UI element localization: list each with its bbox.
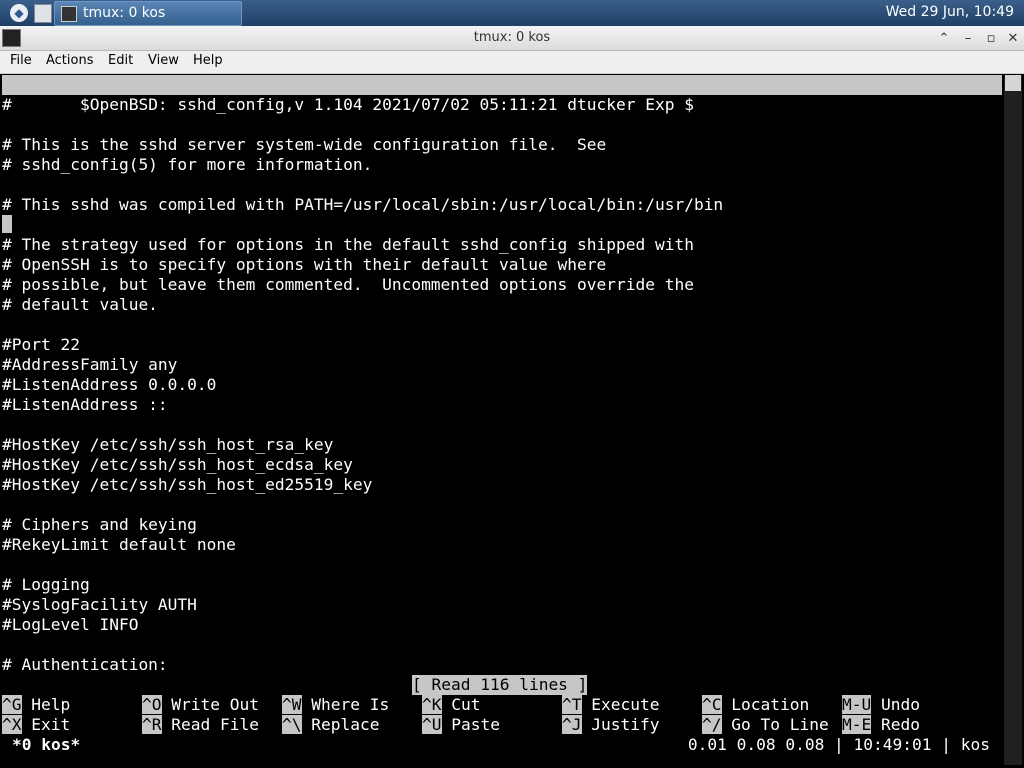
shortcut-justify[interactable]: ^J Justify — [562, 715, 659, 735]
window-title: tmux: 0 kos — [473, 30, 551, 45]
maximize-button[interactable]: ▫ — [981, 28, 1001, 48]
text-cursor — [2, 215, 12, 233]
shortcut-key: M-E — [842, 715, 872, 734]
editor-line[interactable]: # possible, but leave them commented. Un… — [2, 275, 694, 295]
editor-line[interactable]: #Port 22 — [2, 335, 80, 355]
menu-actions[interactable]: Actions — [46, 53, 94, 68]
clock[interactable]: Wed 29 Jun, 10:49 — [886, 4, 1014, 20]
shortcut-key: ^T — [562, 695, 582, 714]
shortcut-replace[interactable]: ^\ Replace — [282, 715, 379, 735]
editor-line[interactable]: #HostKey /etc/ssh/ssh_host_rsa_key — [2, 435, 333, 455]
tmux-status: 0.01 0.08 0.08 | 10:49:01 | kos — [687, 735, 990, 754]
shortcut-write-out[interactable]: ^O Write Out — [142, 695, 259, 715]
editor-line[interactable]: #HostKey /etc/ssh/ssh_host_ecdsa_key — [2, 455, 353, 475]
shortcut-label: Justify — [591, 715, 660, 734]
shortcut-redo[interactable]: M-E Redo — [842, 715, 920, 735]
shortcut-key: ^O — [142, 695, 162, 714]
shortcut-undo[interactable]: M-U Undo — [842, 695, 920, 715]
editor-line[interactable]: # Authentication: — [2, 655, 168, 675]
editor-line[interactable]: #LogLevel INFO — [2, 615, 138, 635]
editor-line[interactable]: # Ciphers and keying — [2, 515, 197, 535]
editor-line[interactable]: # OpenSSH is to specify options with the… — [2, 255, 606, 275]
shortcut-where-is[interactable]: ^W Where Is — [282, 695, 389, 715]
shortcut-label: Replace — [311, 715, 380, 734]
menu-file[interactable]: File — [10, 53, 32, 68]
shortcut-label: Where Is — [311, 695, 390, 714]
shortcut-label: Help — [31, 695, 71, 714]
editor-line[interactable]: # This is the sshd server system-wide co… — [2, 135, 606, 155]
terminal-icon — [61, 6, 77, 22]
shortcut-execute[interactable]: ^T Execute — [562, 695, 659, 715]
shortcut-key: ^J — [562, 715, 582, 734]
editor-line[interactable]: # The strategy used for options in the d… — [2, 235, 694, 255]
editor-line[interactable]: # This sshd was compiled with PATH=/usr/… — [2, 195, 723, 215]
menubar: File Actions Edit View Help — [0, 51, 1024, 74]
shortcut-label: Read File — [171, 715, 259, 734]
nano-filename: sshd_config — [462, 115, 570, 134]
shortcut-key: ^W — [282, 695, 302, 714]
status-message: [ Read 116 lines ] — [412, 675, 588, 695]
shortcut-label: Go To Line — [731, 715, 829, 734]
menu-edit[interactable]: Edit — [108, 53, 133, 68]
shortcut-key: ^K — [422, 695, 442, 714]
shortcut-location[interactable]: ^C Location — [702, 695, 809, 715]
taskbar-button-tmux[interactable]: tmux: 0 kos — [54, 1, 242, 26]
shortcut-label: Paste — [451, 715, 500, 734]
scrollbar-thumb[interactable] — [1005, 75, 1021, 91]
editor-line[interactable]: # sshd_config(5) for more information. — [2, 155, 372, 175]
menu-view[interactable]: View — [148, 53, 179, 68]
shortcut-key: ^\ — [282, 715, 302, 734]
shortcut-label: Write Out — [171, 695, 259, 714]
shortcut-key: ^R — [142, 715, 162, 734]
shortcut-label: Execute — [591, 695, 660, 714]
shortcut-label: Cut — [451, 695, 481, 714]
window-titlebar[interactable]: tmux: 0 kos ⌃ – ▫ ✕ — [0, 26, 1024, 51]
shortcut-key: ^/ — [702, 715, 722, 734]
shortcut-label: Redo — [881, 715, 920, 734]
shortcut-label: Exit — [31, 715, 71, 734]
terminal-area[interactable]: GNU nano 6.3 sshd_config # $OpenBSD: ssh… — [2, 75, 1002, 765]
editor-line[interactable]: #ListenAddress :: — [2, 395, 168, 415]
taskbar-label: tmux: 0 kos — [83, 5, 166, 21]
shortcut-label: Undo — [881, 695, 920, 714]
top-panel: ◆ tmux: 0 kos Wed 29 Jun, 10:49 — [0, 0, 1024, 26]
editor-line[interactable]: # default value. — [2, 295, 158, 315]
show-desktop-icon[interactable] — [34, 4, 52, 23]
editor-line[interactable]: # Logging — [2, 575, 90, 595]
scrollbar[interactable] — [1004, 75, 1022, 765]
shortcut-label: Location — [731, 695, 810, 714]
shade-button[interactable]: ⌃ — [934, 28, 954, 48]
tmux-window-name[interactable]: *0 kos* — [12, 735, 80, 755]
minimize-button[interactable]: – — [958, 28, 978, 48]
shortcut-key: ^X — [2, 715, 22, 734]
editor-line[interactable]: # $OpenBSD: sshd_config,v 1.104 2021/07/… — [2, 95, 694, 115]
shortcut-read-file[interactable]: ^R Read File — [142, 715, 259, 735]
editor-line[interactable]: #RekeyLimit default none — [2, 535, 236, 555]
editor-line[interactable]: #ListenAddress 0.0.0.0 — [2, 375, 216, 395]
shortcut-paste[interactable]: ^U Paste — [422, 715, 500, 735]
shortcut-key: ^C — [702, 695, 722, 714]
shortcut-exit[interactable]: ^X Exit — [2, 715, 70, 735]
nano-header: GNU nano 6.3 sshd_config — [2, 75, 1002, 134]
shortcut-help[interactable]: ^G Help — [2, 695, 70, 715]
editor-line[interactable]: #SyslogFacility AUTH — [2, 595, 197, 615]
close-button[interactable]: ✕ — [1003, 28, 1023, 48]
editor-line[interactable]: #AddressFamily any — [2, 355, 177, 375]
shortcut-cut[interactable]: ^K Cut — [422, 695, 481, 715]
shortcut-key: ^G — [2, 695, 22, 714]
editor-line[interactable]: #HostKey /etc/ssh/ssh_host_ed25519_key — [2, 475, 372, 495]
menu-help[interactable]: Help — [193, 53, 223, 68]
shortcut-key: M-U — [842, 695, 872, 714]
shortcut-go-to-line[interactable]: ^/ Go To Line — [702, 715, 829, 735]
app-menu-icon[interactable]: ◆ — [10, 4, 28, 22]
shortcut-key: ^U — [422, 715, 442, 734]
